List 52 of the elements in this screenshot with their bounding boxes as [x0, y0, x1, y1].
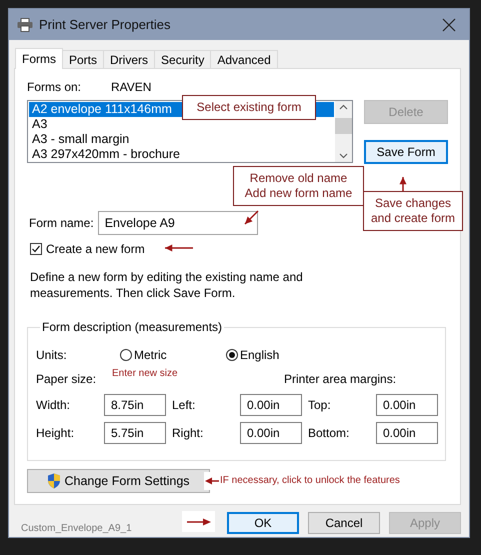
measure-label: Height: [36, 426, 76, 440]
radio-label: English [240, 348, 280, 362]
list-item[interactable]: A3 - small margin [29, 132, 334, 147]
scrollbar[interactable] [335, 101, 352, 162]
measure-field[interactable]: 0.00in [376, 422, 438, 444]
server-name: RAVEN [111, 80, 152, 94]
measure-field[interactable]: 0.00in [240, 394, 302, 416]
callout-tooltip: Save changes and create form [363, 191, 463, 231]
paper-size-label: Paper size: [36, 372, 96, 386]
annotation-arrow [242, 209, 260, 227]
printer-icon [17, 18, 33, 32]
scroll-down-icon [339, 153, 348, 159]
annotation-arrow [163, 242, 195, 254]
measure-label: Right: [172, 426, 204, 440]
tab[interactable]: Advanced [210, 50, 278, 68]
measure-field[interactable]: 8.75in [104, 394, 166, 416]
scroll-up-icon [339, 104, 348, 110]
radio-button[interactable] [120, 349, 132, 361]
dialog-button[interactable]: Cancel [308, 512, 380, 534]
form-name-field[interactable]: Envelope A9 [98, 211, 258, 235]
measure-field[interactable]: 5.75in [104, 422, 166, 444]
callout-tooltip: Select existing form [182, 95, 316, 120]
window-title: Print Server Properties [39, 17, 172, 32]
instruction-text: Define a new form by editing the existing name and measurements. Then click Save Form. [30, 269, 304, 301]
form-name-label: Form name: [29, 216, 94, 230]
shield-icon [47, 473, 62, 489]
group-title: Form description (measurements) [41, 320, 224, 334]
margins-label: Printer area margins: [284, 372, 396, 386]
default-button[interactable]: OK [227, 512, 299, 534]
measure-label: Bottom: [308, 426, 350, 440]
radio-label: Metric [134, 348, 167, 362]
file-name: Custom_Envelope_A9_1 [21, 522, 133, 534]
default-button[interactable]: Save Form [364, 140, 448, 164]
tab[interactable]: Security [154, 50, 212, 68]
checkbox-label: Create a new form [46, 242, 145, 256]
list-item[interactable]: A3 [29, 117, 334, 132]
checkbox[interactable] [30, 243, 42, 255]
radio-button[interactable] [226, 349, 238, 361]
annotation-note: IF necessary, click to unlock the features [220, 475, 400, 486]
measure-field[interactable]: 0.00in [376, 394, 438, 416]
measure-label: Width: [36, 398, 72, 412]
measure-label: Top: [308, 398, 332, 412]
forms-on-label: Forms on: [27, 80, 82, 94]
change-settings-button[interactable]: Change Form Settings [27, 469, 210, 493]
tab[interactable]: Forms [15, 48, 63, 69]
measure-field[interactable]: 0.00in [240, 422, 302, 444]
list-item[interactable]: A3 297x420mm - brochure [29, 147, 334, 162]
close-icon [442, 18, 456, 32]
callout-tooltip: Remove old name Add new form name [233, 166, 364, 206]
units-label: Units: [36, 348, 68, 362]
annotation-note: Enter new size [112, 368, 178, 379]
measure-label: Left: [172, 398, 196, 412]
